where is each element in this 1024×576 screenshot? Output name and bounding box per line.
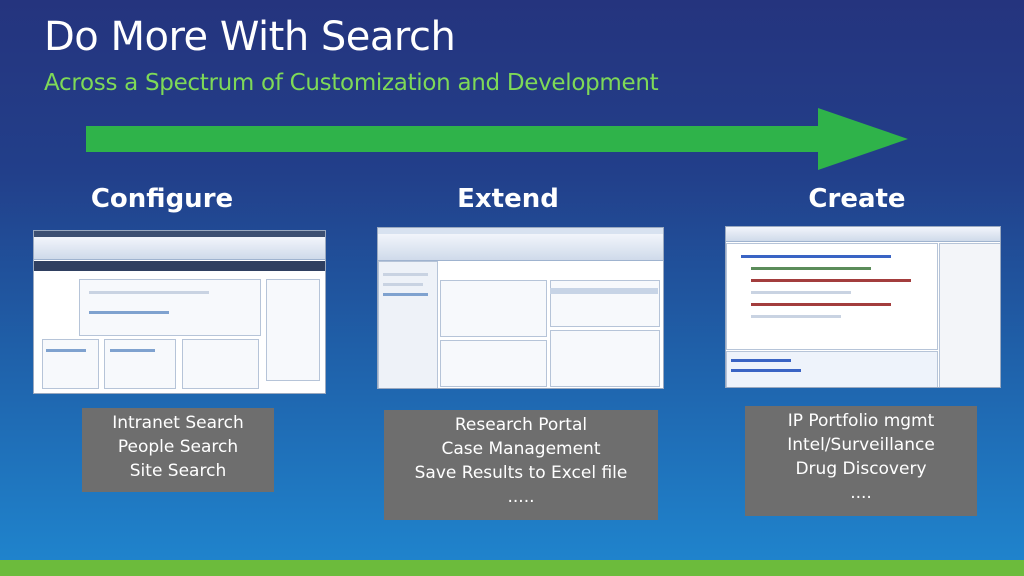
caption-extend: Research Portal Case Management Save Res…	[384, 410, 658, 520]
slide-subtitle: Across a Spectrum of Customization and D…	[44, 70, 659, 96]
caption-configure: Intranet Search People Search Site Searc…	[82, 408, 274, 492]
slide-title: Do More With Search	[44, 14, 456, 60]
extend-screenshot	[377, 227, 664, 389]
caption-item: Drug Discovery	[795, 459, 927, 479]
caption-item: Intel/Surveillance	[787, 435, 935, 455]
footer-bar	[0, 560, 1024, 576]
caption-item: ....	[850, 483, 872, 503]
heading-extend: Extend	[457, 184, 559, 214]
caption-item: Save Results to Excel file	[414, 463, 628, 483]
create-screenshot	[725, 226, 1001, 388]
caption-item: .....	[507, 487, 535, 507]
progression-arrow-icon	[86, 108, 908, 170]
caption-item: Intranet Search	[112, 413, 244, 433]
heading-create: Create	[808, 184, 906, 214]
caption-item: IP Portfolio mgmt	[787, 411, 935, 431]
caption-create: IP Portfolio mgmt Intel/Surveillance Dru…	[745, 406, 977, 516]
caption-item: Research Portal	[454, 415, 588, 435]
caption-item: Case Management	[441, 439, 601, 459]
configure-screenshot	[33, 230, 326, 394]
caption-item: People Search	[117, 437, 239, 457]
caption-item: Site Search	[129, 461, 227, 481]
heading-configure: Configure	[90, 184, 234, 214]
